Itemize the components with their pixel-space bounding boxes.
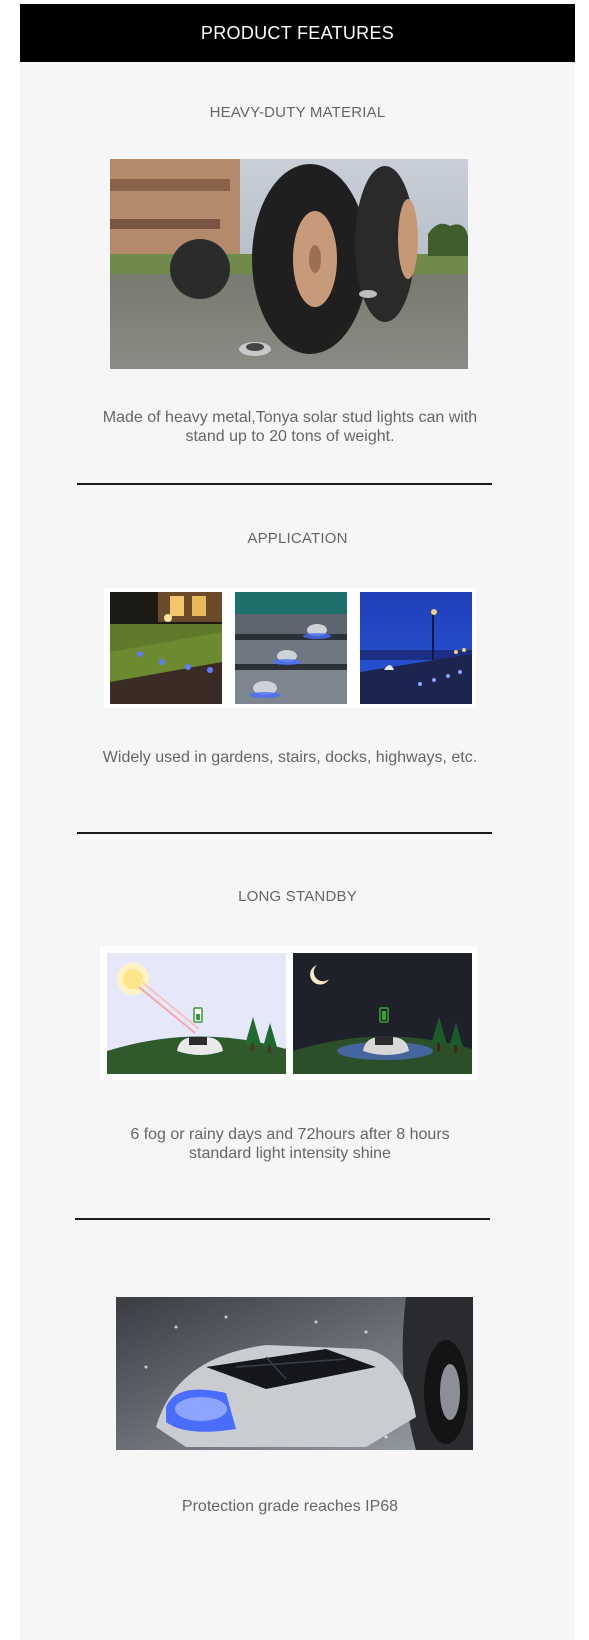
header-title: PRODUCT FEATURES <box>200 22 395 43</box>
section-divider <box>77 483 492 485</box>
section-title-application: APPLICATION <box>247 530 348 547</box>
section-title-long-standby: LONG STANDBY <box>238 888 357 905</box>
stairs-image <box>235 592 347 704</box>
section-divider <box>75 1218 490 1220</box>
section-desc-application: Widely used in gardens, stairs, docks, h… <box>102 749 478 766</box>
section-desc-heavy-duty: Made of heavy metal,Tonya solar stud lig… <box>102 409 478 445</box>
rain-stud-light-image <box>116 1297 473 1450</box>
dock-image <box>360 592 472 704</box>
section-divider <box>77 832 492 834</box>
section-title-heavy-duty: HEAVY-DUTY MATERIAL <box>209 104 386 121</box>
garden-image <box>110 592 222 704</box>
daytime-charging-illustration <box>107 953 286 1074</box>
nighttime-glow-illustration <box>293 953 472 1074</box>
product-features-page: PRODUCT FEATURES HEAVY-DUTY MATERIAL Mad… <box>0 0 589 1640</box>
features-header: PRODUCT FEATURES <box>20 4 575 62</box>
section-desc-long-standby: 6 fog or rainy days and 72hours after 8 … <box>130 1126 450 1162</box>
section-desc-waterproof: Protection grade reaches IP68 <box>181 1498 399 1515</box>
truck-tire-image <box>110 159 468 369</box>
